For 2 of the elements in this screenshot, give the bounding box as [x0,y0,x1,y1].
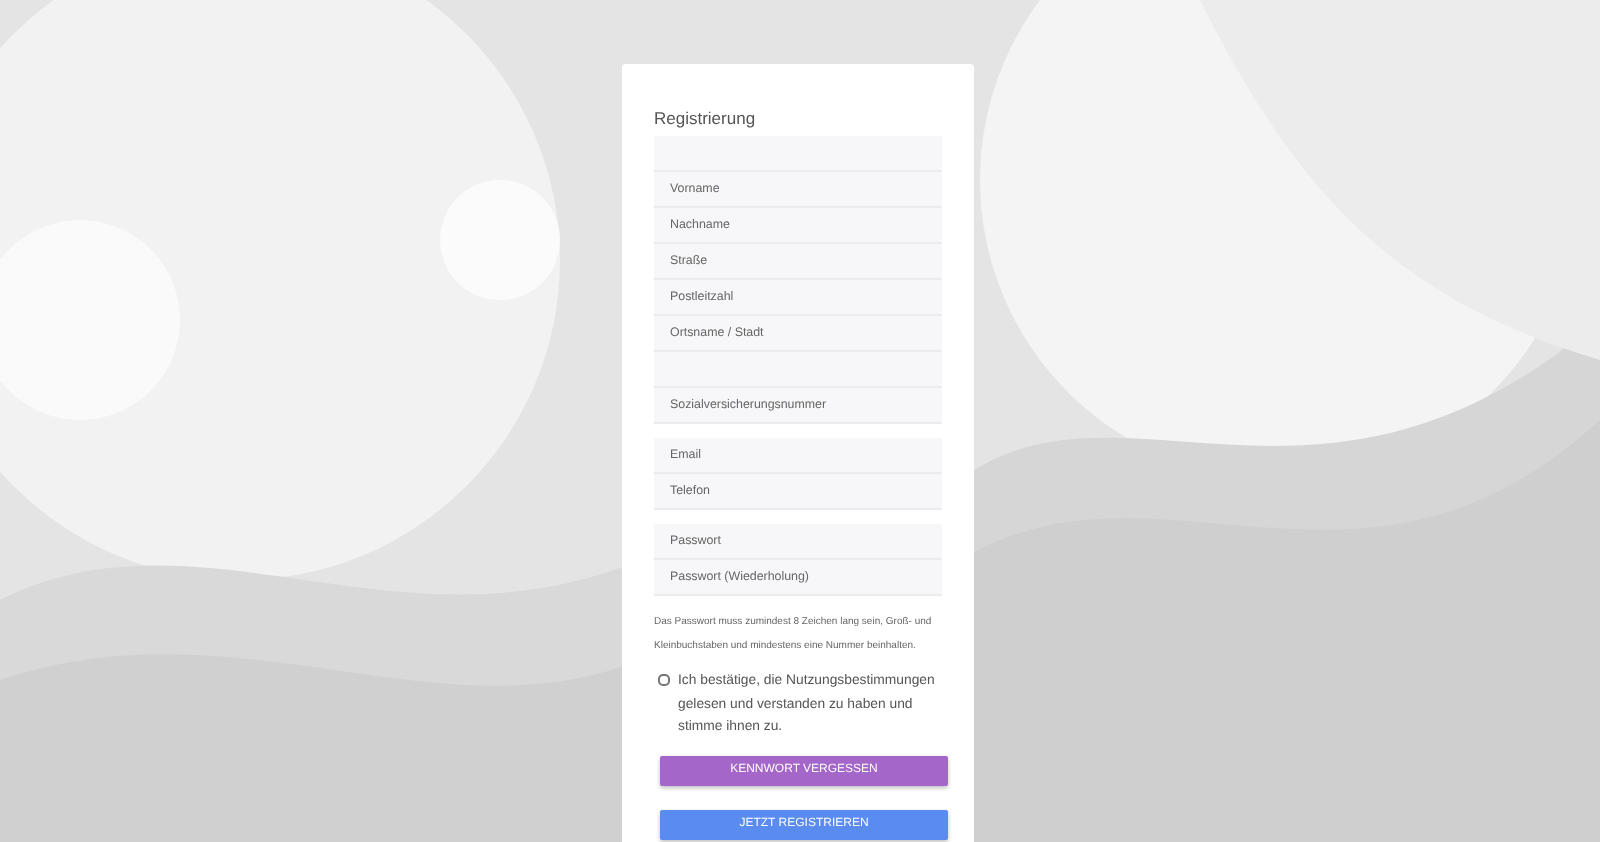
terms-checkbox[interactable] [658,674,670,686]
form-title: Registrierung [654,108,758,128]
